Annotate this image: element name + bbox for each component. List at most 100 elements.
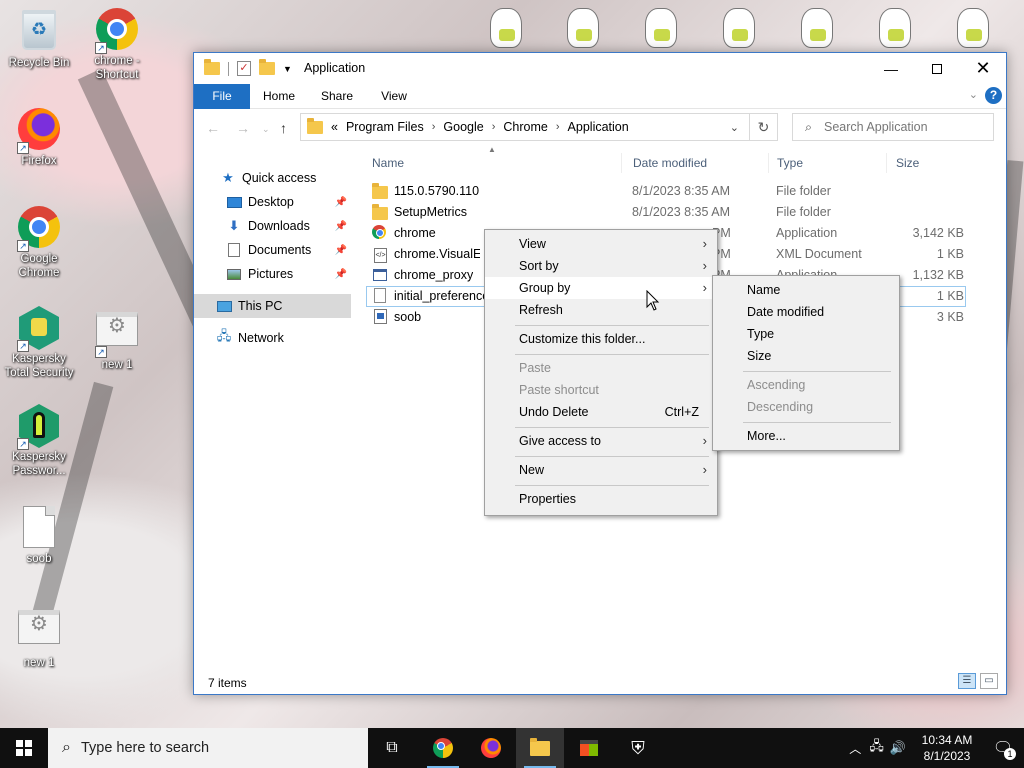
up-arrow-icon[interactable]: ↑	[280, 120, 287, 136]
close-button[interactable]: ✕	[960, 53, 1006, 84]
desktop-icon-kaspersky-password[interactable]: ↗ Kaspersky Passwor...	[0, 404, 78, 478]
desktop-icon-new-1[interactable]: ↗ new 1	[78, 306, 156, 372]
desktop-icon-new-1-b[interactable]: new 1	[0, 604, 78, 670]
chevron-up-icon[interactable]: ︿	[849, 740, 861, 757]
volume-icon[interactable]: 🔊	[890, 740, 906, 756]
menu-item-properties[interactable]: Properties	[485, 488, 717, 510]
taskbar-chrome[interactable]	[419, 728, 467, 768]
notification-center-button[interactable]: 🗨 1	[982, 728, 1024, 768]
desktop-icon-chrome-shortcut[interactable]: ↗ chrome - Shortcut	[78, 8, 156, 82]
tab-file[interactable]: File	[194, 84, 250, 109]
menu-label: View	[519, 237, 546, 251]
menu-item-customize-folder[interactable]: Customize this folder...	[485, 328, 717, 350]
tab-home[interactable]: Home	[254, 84, 304, 109]
file-date: 8/1/2023 8:35 AM	[632, 205, 730, 219]
pin-icon[interactable]: 📌	[335, 197, 347, 208]
quick-access-dropdown-icon[interactable]: ▼	[283, 64, 292, 74]
breadcrumb-application[interactable]: Application	[568, 120, 629, 134]
details-view-icon[interactable]: ☰	[958, 673, 976, 689]
help-icon[interactable]: ?	[985, 87, 1002, 104]
menu-item-sort-by[interactable]: Sort by ›	[485, 255, 717, 277]
file-icon	[372, 288, 388, 304]
menu-item-view[interactable]: View ›	[485, 233, 717, 255]
tab-view[interactable]: View	[370, 84, 418, 109]
title-bar[interactable]: ✓ ▼ Application — ✕	[194, 53, 1006, 84]
nav-pictures[interactable]: Pictures 📌	[194, 262, 351, 286]
taskbar-search-box[interactable]: ⌕ Type here to search	[48, 728, 368, 768]
column-header-size[interactable]: Size	[890, 153, 970, 173]
nav-desktop[interactable]: Desktop 📌	[194, 190, 351, 214]
pin-icon[interactable]: 📌	[335, 221, 347, 232]
desktop-icon-firefox[interactable]: ↗ Firefox	[0, 108, 78, 168]
chevron-right-icon[interactable]: ›	[432, 121, 436, 133]
start-button[interactable]	[0, 728, 48, 768]
nav-downloads[interactable]: ⬇ Downloads 📌	[194, 214, 351, 238]
column-header-type[interactable]: Type	[771, 153, 887, 173]
desktop-icon-recycle-bin[interactable]: Recycle Bin	[0, 8, 78, 70]
tab-share[interactable]: Share	[312, 84, 362, 109]
large-icons-view-icon[interactable]: ▭	[980, 673, 998, 689]
nav-quick-access[interactable]: ★ Quick access	[194, 166, 351, 190]
address-overflow[interactable]: «	[331, 120, 338, 134]
properties-icon[interactable]: ✓	[237, 61, 251, 76]
address-bar[interactable]: « Program Files › Google › Chrome › Appl…	[300, 113, 750, 141]
new-folder-icon[interactable]	[259, 59, 275, 75]
chevron-right-icon[interactable]: ›	[556, 121, 560, 133]
desktop-icon-soob[interactable]: soob	[0, 506, 78, 566]
file-type: XML Document	[776, 247, 862, 261]
menu-item-group-by[interactable]: Group by ›	[485, 277, 717, 299]
breadcrumb-program-files[interactable]: Program Files	[346, 120, 424, 134]
menu-label: Group by	[519, 281, 571, 295]
nav-documents[interactable]: Documents 📌	[194, 238, 351, 262]
file-row[interactable]: SetupMetrics 8/1/2023 8:35 AM File folde…	[366, 202, 966, 223]
breadcrumb-chrome[interactable]: Chrome	[503, 120, 547, 134]
pin-icon[interactable]: 📌	[335, 245, 347, 256]
forward-arrow-icon[interactable]: →	[236, 120, 250, 136]
task-view-icon: ⧉	[386, 739, 398, 756]
clock[interactable]: 10:34 AM 8/1/2023	[912, 732, 982, 764]
desktop-icon-label: new 1	[101, 359, 133, 371]
expand-ribbon-icon[interactable]: ⌄	[969, 88, 978, 101]
column-header-name[interactable]: Name	[366, 153, 622, 173]
taskbar-security[interactable]: ⛨	[614, 728, 662, 768]
menu-item-give-access[interactable]: Give access to ›	[485, 430, 717, 452]
pin-icon[interactable]: 📌	[335, 269, 347, 280]
group-by-type[interactable]: Type	[713, 323, 899, 345]
settings-file-icon	[96, 312, 138, 346]
folder-icon	[372, 204, 388, 220]
file-row[interactable]: 115.0.5790.110 8/1/2023 8:35 AM File fol…	[366, 181, 966, 202]
chevron-right-icon[interactable]: ›	[492, 121, 496, 133]
taskbar-file-explorer[interactable]	[516, 728, 564, 768]
column-header-date[interactable]: Date modified	[627, 153, 769, 173]
menu-label: Undo Delete	[519, 405, 589, 419]
group-by-size[interactable]: Size	[713, 345, 899, 367]
menu-item-refresh[interactable]: Refresh	[485, 299, 717, 321]
maximize-button[interactable]	[914, 53, 960, 84]
nav-this-pc[interactable]: This PC	[194, 294, 351, 318]
recent-locations-dropdown-icon[interactable]: ⌄	[262, 124, 270, 135]
taskbar-store[interactable]	[565, 728, 613, 768]
address-dropdown-icon[interactable]: ⌄	[730, 121, 739, 134]
minimize-button[interactable]: —	[868, 53, 914, 84]
taskbar: ⌕ Type here to search ⧉ ⛨ ︿ 🖧 🔊 10:34 AM…	[0, 728, 1024, 768]
task-view-button[interactable]: ⧉	[368, 728, 416, 768]
desktop-icon-kaspersky-total-security[interactable]: ↗ Kaspersky Total Security	[0, 306, 78, 380]
network-icon[interactable]: 🖧	[869, 737, 884, 759]
group-by-name[interactable]: Name	[713, 279, 899, 301]
batch-file-icon	[372, 309, 388, 325]
group-by-date-modified[interactable]: Date modified	[713, 301, 899, 323]
group-by-more[interactable]: More...	[713, 425, 899, 447]
nav-network[interactable]: 🖧 Network	[194, 326, 351, 350]
desktop-icon-google-chrome[interactable]: ↗ Google Chrome	[0, 206, 78, 280]
shortcut-arrow-icon: ↗	[17, 340, 29, 352]
search-input[interactable]: ⌕ Search Application	[792, 113, 994, 141]
shortcut-arrow-icon: ↗	[17, 438, 29, 450]
refresh-button[interactable]: ↻	[750, 113, 778, 141]
menu-item-undo-delete[interactable]: Undo Delete Ctrl+Z	[485, 401, 717, 423]
breadcrumb-google[interactable]: Google	[443, 120, 483, 134]
back-arrow-icon[interactable]: ←	[206, 120, 220, 136]
blank-file-icon	[23, 506, 55, 548]
folder-icon	[530, 737, 550, 756]
taskbar-firefox[interactable]	[467, 728, 515, 768]
menu-item-new[interactable]: New ›	[485, 459, 717, 481]
